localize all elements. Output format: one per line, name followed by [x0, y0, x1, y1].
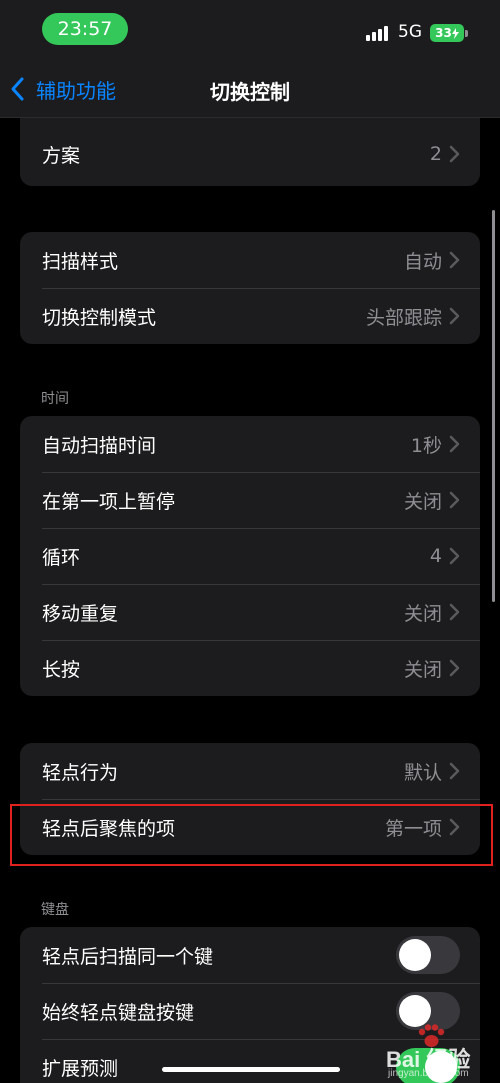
chevron-right-icon [449, 491, 460, 509]
chevron-right-icon [449, 762, 460, 780]
chevron-right-icon [449, 145, 460, 163]
row-value: 4 [429, 545, 442, 567]
chevron-right-icon [449, 307, 460, 325]
row-auto-scan-time[interactable]: 自动扫描时间 1秒 [20, 416, 480, 472]
navigation-bar: 辅助功能 切换控制 [0, 60, 500, 118]
time-pill[interactable]: 23:57 [42, 13, 128, 45]
row-long-press[interactable]: 长按 关闭 [20, 640, 480, 696]
page-title: 切换控制 [210, 80, 290, 104]
row-tap-behavior[interactable]: 轻点行为 默认 [20, 743, 480, 799]
row-pause-on-first-item[interactable]: 在第一项上暂停 关闭 [20, 472, 480, 528]
row-scan-same-key-after-tap[interactable]: 轻点后扫描同一个键 [20, 927, 480, 983]
row-label: 在第一项上暂停 [42, 490, 176, 513]
row-label: 循环 [42, 546, 81, 569]
section-header-keyboard: 键盘 [41, 902, 69, 918]
row-label: 长按 [42, 658, 81, 681]
row-loops[interactable]: 循环 4 [20, 528, 480, 584]
watermark: Bai 经验 jingyan.baidu.com [386, 1024, 500, 1083]
chevron-right-icon [449, 435, 460, 453]
timing-group: 自动扫描时间 1秒 在第一项上暂停 关闭 循环 4 移动重复 关闭 长按 关闭 [20, 416, 480, 696]
row-switch-control-mode[interactable]: 切换控制模式 头部跟踪 [20, 288, 480, 344]
row-value: 关闭 [403, 490, 442, 513]
row-focused-item-after-tap[interactable]: 轻点后聚焦的项 第一项 [20, 799, 480, 855]
row-value: 关闭 [403, 658, 442, 681]
row-label: 方案 [42, 144, 81, 167]
battery-tip [465, 30, 468, 37]
chevron-right-icon [449, 659, 460, 677]
cellular-signal-icon [366, 25, 392, 41]
home-indicator[interactable] [162, 1067, 340, 1072]
row-label: 移动重复 [42, 602, 119, 625]
row-label: 切换控制模式 [42, 306, 157, 329]
scroll-indicator[interactable] [492, 210, 495, 602]
chevron-right-icon [449, 603, 460, 621]
row-label: 扫描样式 [42, 250, 119, 273]
chevron-right-icon [449, 818, 460, 836]
row-label: 自动扫描时间 [42, 434, 157, 457]
scan-style-group: 扫描样式 自动 切换控制模式 头部跟踪 [20, 232, 480, 344]
network-type: 5G [398, 22, 422, 42]
row-label: 轻点后聚焦的项 [42, 817, 176, 840]
row-value: 1秒 [410, 434, 442, 457]
row-label: 始终轻点键盘按键 [42, 1001, 195, 1024]
toggle-knob [399, 995, 431, 1027]
status-time: 23:57 [57, 18, 113, 40]
chevron-right-icon [449, 547, 460, 565]
row-label: 轻点行为 [42, 761, 119, 784]
status-bar: 23:57 5G 33 [0, 0, 500, 60]
row-value: 第一项 [384, 817, 442, 840]
row-label: 轻点后扫描同一个键 [42, 945, 214, 968]
watermark-url: jingyan.baidu.com [388, 1068, 469, 1079]
toggle-knob [399, 939, 431, 971]
battery-icon: 33 [430, 24, 464, 42]
settings-list[interactable]: 方案 2 扫描样式 自动 切换控制模式 头部跟踪 时间 自动扫描时间 1秒 在第… [0, 118, 500, 1083]
chevron-right-icon [449, 251, 460, 269]
scheme-group: 方案 2 [20, 118, 480, 186]
row-move-repeat[interactable]: 移动重复 关闭 [20, 584, 480, 640]
section-header-timing: 时间 [41, 391, 69, 407]
row-value: 自动 [403, 250, 442, 273]
battery-percent: 33 [435, 26, 452, 40]
row-value: 头部跟踪 [365, 306, 442, 329]
toggle-switch[interactable] [396, 936, 460, 974]
charging-bolt-icon [451, 27, 459, 39]
row-value: 默认 [403, 761, 442, 784]
tap-group: 轻点行为 默认 轻点后聚焦的项 第一项 [20, 743, 480, 855]
row-value: 关闭 [403, 602, 442, 625]
row-value: 2 [429, 143, 442, 165]
row-scan-style[interactable]: 扫描样式 自动 [20, 232, 480, 288]
row-scheme[interactable]: 方案 2 [20, 118, 480, 186]
